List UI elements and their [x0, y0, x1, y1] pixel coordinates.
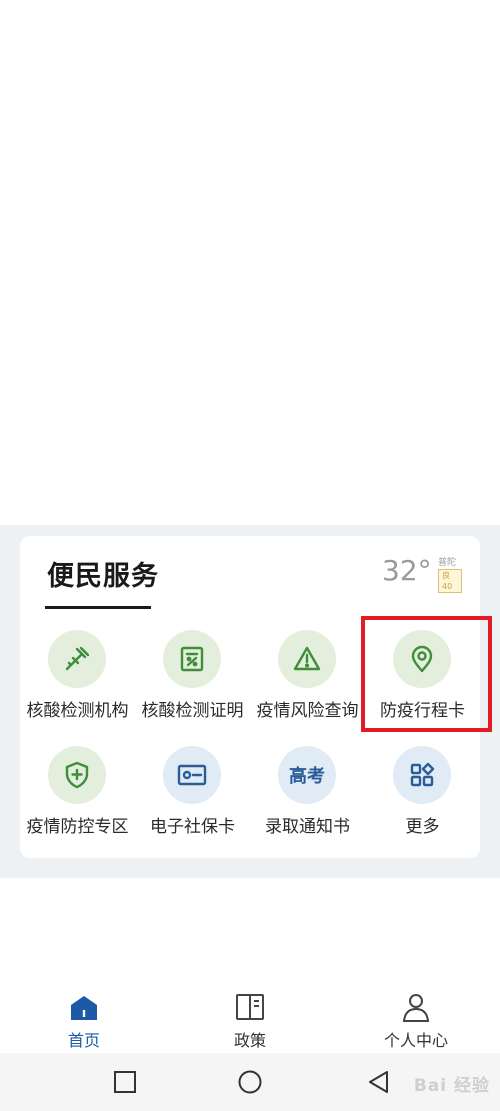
- weather-widget[interactable]: 32° 普陀区 良 40: [382, 552, 462, 593]
- certificate-icon: [163, 630, 221, 688]
- service-label: 核酸检测证明: [141, 701, 244, 721]
- system-navigation-bar: Bai 经验: [0, 1053, 500, 1111]
- book-icon: [236, 994, 264, 1020]
- user-icon: [402, 994, 430, 1022]
- apps-grid-icon: [393, 746, 451, 804]
- nav-item-policy[interactable]: 政策: [190, 985, 310, 1051]
- home-icon: [71, 996, 97, 1020]
- service-label: 疫情防控专区: [26, 817, 129, 837]
- service-label: 更多: [405, 817, 440, 837]
- id-card-icon: [163, 746, 221, 804]
- watermark-logo: Bai 经验: [413, 1076, 490, 1096]
- recent-apps-icon[interactable]: [112, 1069, 138, 1095]
- service-risk-query[interactable]: 疫情风险查询: [250, 630, 365, 734]
- aqi-badge: 良 40: [438, 569, 462, 593]
- service-admission-letter[interactable]: 高考 录取通知书: [250, 746, 365, 850]
- temperature: 32°: [382, 554, 432, 587]
- gaokao-icon-text: 高考: [289, 766, 325, 787]
- bottom-nav: 首页 政策 个人中心: [0, 985, 500, 1053]
- nav-item-home[interactable]: 首页: [24, 985, 144, 1051]
- home-button-icon[interactable]: [237, 1069, 263, 1095]
- blank-content-area: [0, 0, 500, 525]
- service-more[interactable]: 更多: [365, 746, 480, 850]
- dropper-icon: [48, 630, 106, 688]
- section-title: 便民服务: [47, 561, 159, 592]
- nav-label-home: 首页: [67, 1031, 100, 1050]
- highlight-annotation-box: [361, 616, 492, 732]
- back-icon[interactable]: [366, 1069, 392, 1095]
- shield-plus-icon: [48, 746, 106, 804]
- service-label: 疫情风险查询: [256, 701, 359, 721]
- title-underline: [45, 606, 151, 609]
- service-label: 核酸检测机构: [26, 701, 129, 721]
- service-social-security-card[interactable]: 电子社保卡: [135, 746, 250, 850]
- nav-label-policy: 政策: [233, 1031, 266, 1050]
- gaokao-icon: 高考: [278, 746, 336, 804]
- warning-icon: [278, 630, 336, 688]
- nav-label-profile: 个人中心: [383, 1031, 448, 1050]
- nav-item-profile[interactable]: 个人中心: [356, 985, 476, 1051]
- service-epidemic-zone[interactable]: 疫情防控专区: [20, 746, 135, 850]
- service-label: 电子社保卡: [150, 817, 235, 837]
- service-nucleic-test-proof[interactable]: 核酸检测证明: [135, 630, 250, 734]
- service-nucleic-test-sites[interactable]: 核酸检测机构: [20, 630, 135, 734]
- service-label: 录取通知书: [265, 817, 350, 837]
